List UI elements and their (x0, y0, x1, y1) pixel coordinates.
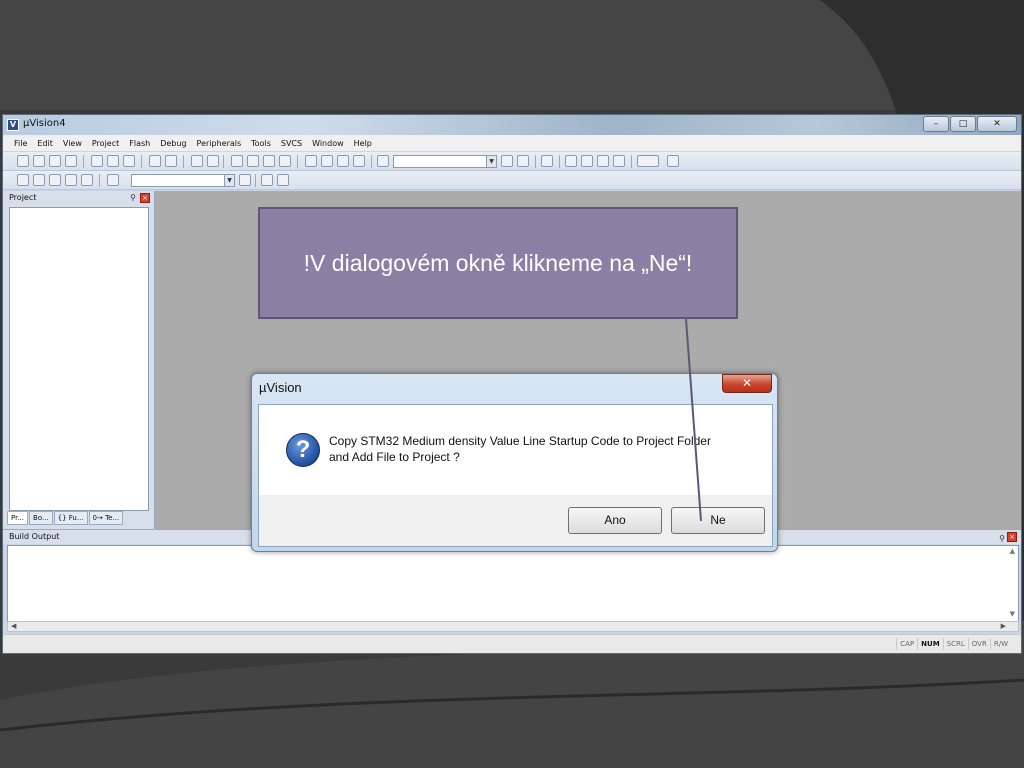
save-icon[interactable] (49, 155, 61, 167)
window-titlebar[interactable]: V µVision4 – □ ✕ (3, 115, 1021, 135)
dialog-message-line1: Copy STM32 Medium density Value Line Sta… (329, 434, 711, 448)
build-icon[interactable] (33, 174, 45, 186)
build-toolbar: ▼ (3, 171, 1021, 190)
cut-icon[interactable] (91, 155, 103, 167)
status-rw: R/W (989, 638, 1011, 650)
project-pane: Project ⚲ × Pr... Bo... {} Fu... 0→ Te..… (3, 191, 155, 529)
indent-icon[interactable] (305, 155, 317, 167)
window-close-button[interactable]: ✕ (977, 116, 1017, 132)
file-toolbar: ▼ (3, 152, 1021, 171)
menu-edit[interactable]: Edit (32, 139, 58, 148)
dialog-message-area: ? Copy STM32 Medium density Value Line S… (259, 405, 772, 495)
select-packs-icon[interactable] (277, 174, 289, 186)
menu-file[interactable]: File (9, 139, 32, 148)
question-icon: ? (286, 433, 320, 467)
menu-tools[interactable]: Tools (246, 139, 276, 148)
menu-help[interactable]: Help (349, 139, 377, 148)
uncomment-icon[interactable] (353, 155, 365, 167)
menu-view[interactable]: View (58, 139, 87, 148)
undo-icon[interactable] (149, 155, 161, 167)
debug-start-icon[interactable] (565, 155, 577, 167)
status-num: NUM (917, 638, 943, 650)
uvision-app-icon: V (7, 119, 19, 131)
dialog-close-button[interactable]: ✕ (722, 374, 772, 393)
chevron-down-icon[interactable]: ▼ (486, 156, 496, 167)
manage-components-icon[interactable] (261, 174, 273, 186)
tab-books[interactable]: Bo... (29, 511, 53, 525)
find-in-files-icon[interactable] (377, 155, 389, 167)
copy-icon[interactable] (107, 155, 119, 167)
disable-breakpoint-icon[interactable] (597, 155, 609, 167)
pin-icon[interactable]: ⚲ (999, 532, 1005, 546)
callout-text: !V dialogovém okně klikneme na „Ne“! (303, 249, 693, 276)
nav-forward-icon[interactable] (207, 155, 219, 167)
incremental-find-icon[interactable] (517, 155, 529, 167)
paste-icon[interactable] (123, 155, 135, 167)
instruction-callout: !V dialogovém okně klikneme na „Ne“! (258, 207, 738, 319)
bookmark-icon[interactable] (231, 155, 243, 167)
rebuild-icon[interactable] (49, 174, 61, 186)
pin-icon[interactable]: ⚲ (130, 193, 136, 202)
open-file-icon[interactable] (33, 155, 45, 167)
download-icon[interactable] (107, 174, 119, 186)
save-all-icon[interactable] (65, 155, 77, 167)
menu-svcs[interactable]: SVCS (276, 139, 307, 148)
breakpoint-icon[interactable] (581, 155, 593, 167)
close-icon[interactable]: × (140, 193, 150, 203)
status-ovr: OVR (967, 638, 990, 650)
window-title: µVision4 (23, 118, 66, 129)
target-options-icon[interactable] (239, 174, 251, 186)
confirm-dialog: µVision ✕ ? Copy STM32 Medium density Va… (251, 373, 778, 552)
comment-icon[interactable] (337, 155, 349, 167)
dialog-message: Copy STM32 Medium density Value Line Sta… (329, 433, 759, 465)
scroll-down-icon[interactable]: ▼ (1010, 610, 1015, 618)
scroll-up-icon[interactable]: ▲ (1010, 547, 1015, 555)
target-select[interactable]: ▼ (131, 174, 235, 187)
horizontal-scrollbar[interactable]: ◀ ▶ (7, 621, 1019, 632)
dialog-message-line2: and Add File to Project ? (329, 450, 460, 464)
scroll-left-icon[interactable]: ◀ (11, 622, 16, 631)
unindent-icon[interactable] (321, 155, 333, 167)
batch-build-icon[interactable] (65, 174, 77, 186)
new-file-icon[interactable] (17, 155, 29, 167)
find-combo[interactable]: ▼ (393, 155, 497, 168)
nav-back-icon[interactable] (191, 155, 203, 167)
menu-peripherals[interactable]: Peripherals (192, 139, 247, 148)
menu-window[interactable]: Window (307, 139, 349, 148)
kill-breakpoints-icon[interactable] (613, 155, 625, 167)
build-output-text[interactable] (7, 545, 1019, 623)
search-icon[interactable] (541, 155, 553, 167)
dialog-button-area: Ano Ne (259, 495, 772, 546)
tab-project[interactable]: Pr... (7, 511, 29, 525)
configure-icon[interactable] (667, 155, 679, 167)
close-icon[interactable]: × (1007, 532, 1017, 542)
status-scrl: SCRL (942, 638, 968, 650)
window-layout-icon[interactable] (637, 155, 659, 167)
minimize-button[interactable]: – (923, 116, 949, 132)
clear-bookmarks-icon[interactable] (279, 155, 291, 167)
status-cap: CAP (896, 638, 917, 650)
redo-icon[interactable] (165, 155, 177, 167)
stop-build-icon[interactable] (81, 174, 93, 186)
project-tree[interactable] (9, 207, 149, 511)
tab-templates[interactable]: 0→ Te... (88, 511, 124, 525)
next-bookmark-icon[interactable] (263, 155, 275, 167)
chevron-down-icon[interactable]: ▼ (224, 175, 234, 186)
status-bar: CAP NUM SCRL OVR R/W (3, 634, 1021, 653)
menu-bar: File Edit View Project Flash Debug Perip… (3, 135, 1021, 152)
menu-project[interactable]: Project (87, 139, 124, 148)
build-output-title: Build Output (9, 532, 60, 541)
translate-icon[interactable] (17, 174, 29, 186)
no-button[interactable]: Ne (671, 507, 765, 534)
prev-bookmark-icon[interactable] (247, 155, 259, 167)
dialog-title: µVision (259, 380, 302, 395)
yes-button[interactable]: Ano (568, 507, 662, 534)
tab-functions[interactable]: {} Fu... (53, 511, 88, 525)
scroll-right-icon[interactable]: ▶ (1001, 622, 1006, 631)
menu-flash[interactable]: Flash (124, 139, 155, 148)
dialog-body: ? Copy STM32 Medium density Value Line S… (258, 404, 773, 547)
menu-debug[interactable]: Debug (155, 139, 191, 148)
maximize-button[interactable]: □ (950, 116, 976, 132)
find-icon[interactable] (501, 155, 513, 167)
